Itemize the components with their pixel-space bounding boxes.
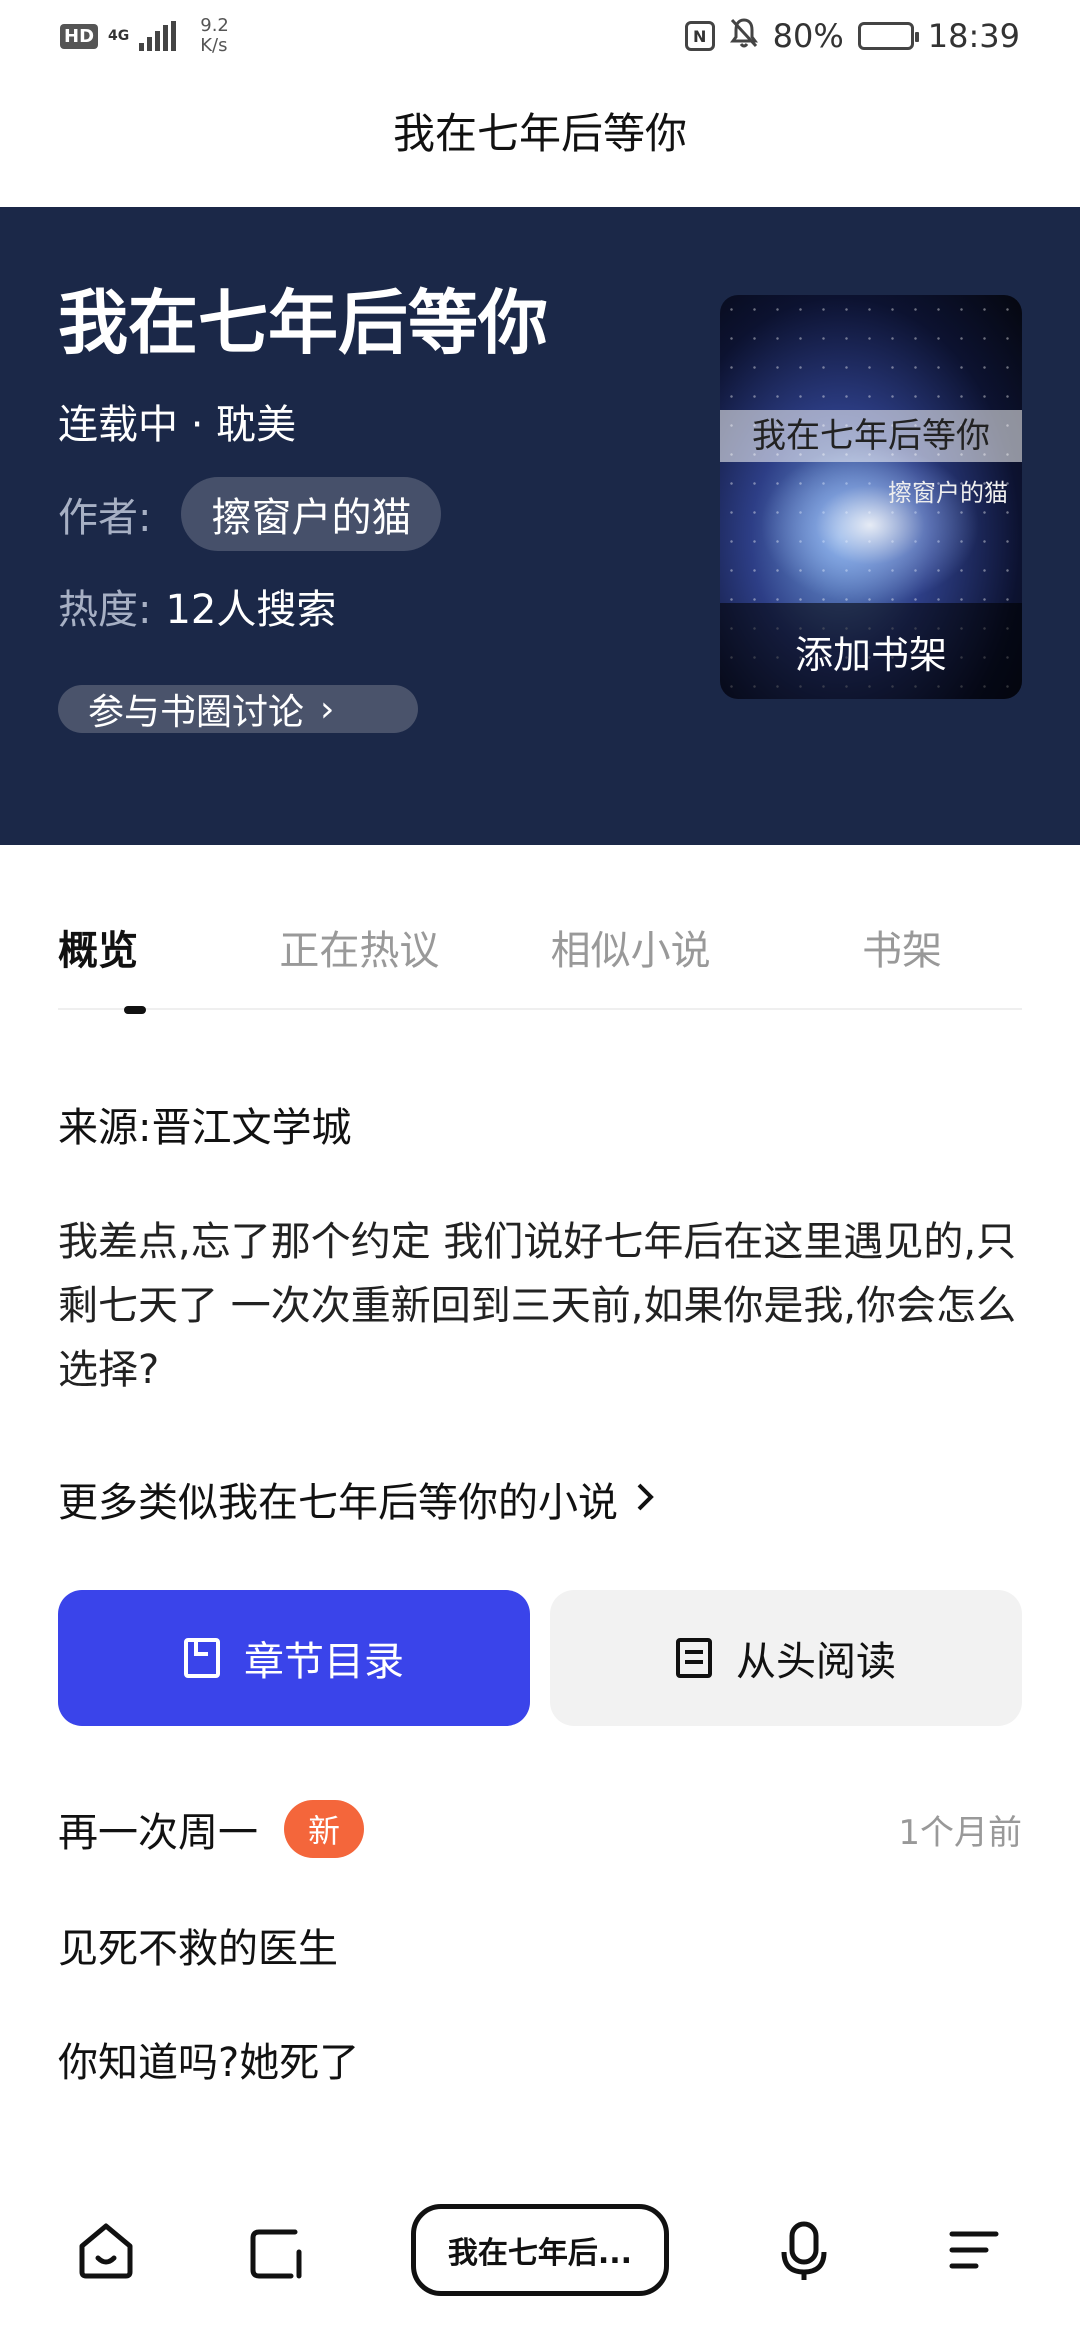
action-buttons: 章节目录 从头阅读: [58, 1590, 1022, 1726]
network-type: 4G: [108, 28, 130, 44]
new-badge: 新: [284, 1800, 365, 1858]
latest-chapter[interactable]: 再一次周一 新 1个月前: [58, 1800, 1022, 1858]
status-bar: HD 4G 9.2 K/s N 80% 18:39: [0, 0, 1080, 72]
page-title: 我在七年后等你: [392, 109, 687, 158]
tabs-icon[interactable]: [241, 2214, 313, 2286]
book-cover[interactable]: 我在七年后等你 擦窗户的猫 添加书架: [720, 295, 1022, 699]
chevron-right-icon: ›: [320, 688, 335, 730]
book-meta: 连载中 · 耽美: [58, 402, 297, 448]
tab-similar[interactable]: 相似小说: [511, 910, 751, 1008]
nfc-icon: N: [684, 21, 715, 51]
source-label: 来源:晋江文学城: [58, 1105, 352, 1151]
cover-title: 我在七年后等你: [720, 410, 1022, 462]
signal-icon: [139, 21, 177, 51]
bookmark-book-icon: [184, 1638, 220, 1678]
heat-row: 热度: 12人搜索: [58, 577, 336, 635]
tab-overview[interactable]: 概览: [58, 910, 208, 1008]
search-query-pill[interactable]: 我在七年后...: [411, 2204, 669, 2296]
heat-label: 热度:: [58, 587, 152, 633]
home-icon[interactable]: [70, 2214, 142, 2286]
tab-bar: 概览 正在热议 相似小说 书架: [58, 910, 1022, 1014]
heat-value: 12人搜索: [165, 587, 337, 633]
book-description: 我差点,忘了那个约定 我们说好七年后在这里遇见的,只剩七天了 一次次重新回到三天…: [58, 1219, 1017, 1393]
menu-icon[interactable]: [938, 2214, 1010, 2286]
battery-icon: [857, 22, 919, 50]
document-icon: [676, 1638, 712, 1678]
tab-active-indicator: [124, 1006, 146, 1014]
tab-trending[interactable]: 正在热议: [239, 910, 479, 1008]
hd-icon: HD: [60, 23, 99, 49]
chapter-item[interactable]: 见死不救的医生: [58, 1916, 338, 1974]
discuss-label: 参与书圈讨论: [88, 692, 305, 733]
cover-author: 擦窗户的猫: [888, 479, 1008, 507]
discuss-button[interactable]: 参与书圈讨论 ›: [58, 685, 418, 733]
chapter-item[interactable]: 你知道吗?她死了: [58, 2030, 359, 2088]
read-label: 从头阅读: [736, 1639, 896, 1685]
cover-art: [760, 445, 980, 605]
bell-off-icon: [729, 17, 759, 56]
toc-label: 章节目录: [244, 1639, 404, 1685]
bottom-nav: 我在七年后...: [0, 2190, 1080, 2310]
book-title: 我在七年后等你: [58, 282, 548, 364]
read-from-start-button[interactable]: 从头阅读: [550, 1590, 1022, 1726]
network-speed: 9.2 K/s: [200, 15, 229, 56]
latest-chapter-time: 1个月前: [898, 1812, 1022, 1853]
author-chip[interactable]: 擦窗户的猫: [181, 477, 442, 551]
author-label: 作者:: [58, 495, 152, 541]
tab-bookshelf[interactable]: 书架: [782, 910, 1022, 1008]
more-similar-link[interactable]: 更多类似我在七年后等你的小说: [58, 1470, 654, 1528]
book-header: 我在七年后等你 连载中 · 耽美 作者: 擦窗户的猫 热度: 12人搜索 参与书…: [0, 207, 1080, 845]
battery-percent: 80%: [772, 17, 844, 55]
more-similar-label: 更多类似我在七年后等你的小说: [58, 1480, 618, 1526]
table-of-contents-button[interactable]: 章节目录: [58, 1590, 530, 1726]
chevron-right-icon: [636, 1476, 654, 1522]
latest-chapter-title: 再一次周一: [58, 1810, 258, 1856]
add-to-shelf-button[interactable]: 添加书架: [720, 603, 1022, 699]
status-left: HD 4G 9.2 K/s: [60, 16, 229, 56]
clock: 18:39: [927, 17, 1020, 55]
status-right: N 80% 18:39: [684, 17, 1020, 56]
author-row: 作者: 擦窗户的猫: [58, 477, 442, 551]
microphone-icon[interactable]: [768, 2214, 840, 2286]
